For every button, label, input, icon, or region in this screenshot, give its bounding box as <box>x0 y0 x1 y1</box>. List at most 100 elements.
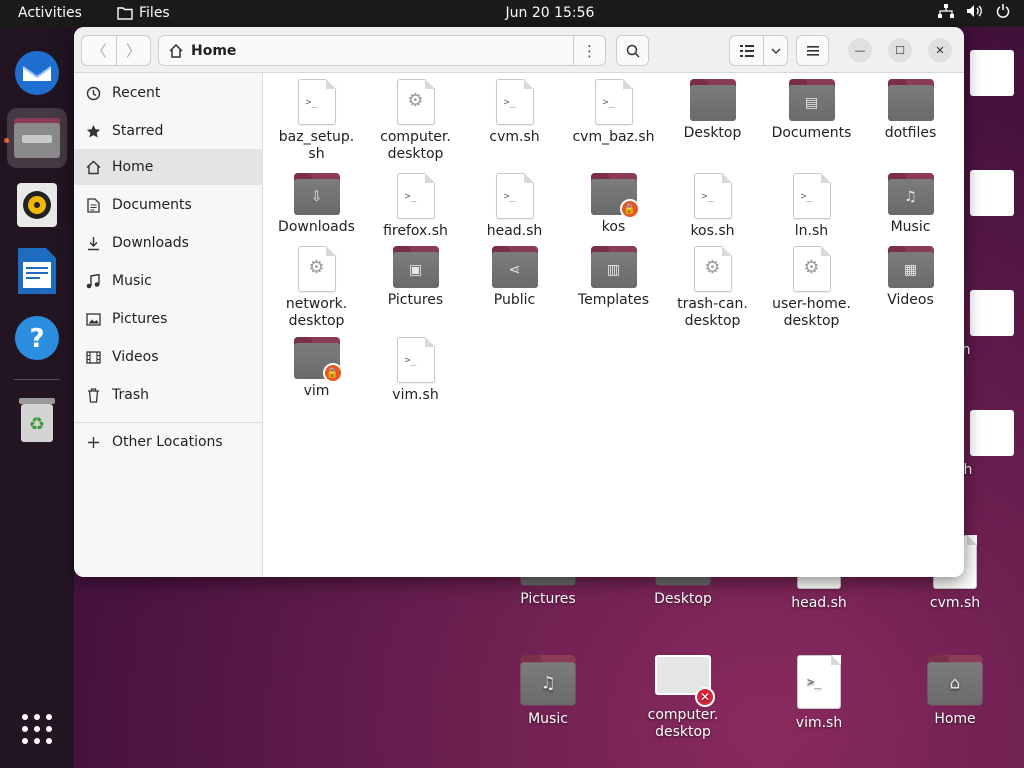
path-bar[interactable]: Home <box>158 35 574 66</box>
writer-icon <box>18 248 56 294</box>
system-tray[interactable] <box>938 4 1010 22</box>
desktop-icon[interactable]: ✕ computer. desktop <box>623 655 743 741</box>
video-icon <box>74 350 112 364</box>
downloads-folder-icon: ⇩ <box>293 173 340 215</box>
sidebar-item-recent[interactable]: Recent <box>74 75 262 111</box>
script-file-icon: >_ <box>797 655 841 709</box>
sidebar-item-pictures[interactable]: Pictures <box>74 301 262 337</box>
trash-icon: ♻ <box>19 398 55 442</box>
file-item[interactable]: ▣ Pictures <box>366 246 465 309</box>
documents-folder-icon: ▤ <box>788 79 835 121</box>
folder-icon <box>887 79 934 121</box>
star-icon <box>74 124 112 139</box>
sidebar-item-starred[interactable]: Starred <box>74 113 262 149</box>
file-item[interactable]: 🔒 vim <box>267 337 366 400</box>
sidebar-item-documents[interactable]: Documents <box>74 187 262 223</box>
sidebar-item-videos[interactable]: Videos <box>74 339 262 375</box>
sidebar-item-label: Starred <box>112 123 164 139</box>
file-item[interactable]: ⚙ computer. desktop <box>366 79 465 163</box>
lock-icon: 🔒 <box>322 363 343 383</box>
minimize-button[interactable]: — <box>848 38 872 62</box>
maximize-icon: ☐ <box>895 43 905 57</box>
file-item[interactable]: ▦ Videos <box>861 246 960 309</box>
file-item[interactable]: >_ kos.sh <box>663 173 762 240</box>
desktop-icon-label: vim.sh <box>795 715 843 731</box>
sidebar-item-music[interactable]: Music <box>74 263 262 299</box>
file-item[interactable]: >_ cvm_baz.sh <box>564 79 663 146</box>
sidebar-item-downloads[interactable]: Downloads <box>74 225 262 261</box>
file-icon <box>970 290 1014 336</box>
sidebar-item-label: Trash <box>112 387 149 403</box>
document-icon <box>74 197 112 213</box>
power-icon[interactable] <box>996 4 1010 22</box>
desktop-icon-label: cvm.sh <box>929 595 981 611</box>
dock-writer[interactable] <box>7 241 67 301</box>
home-icon <box>74 160 112 175</box>
broken-launcher-icon: ✕ <box>655 655 715 707</box>
minimize-icon: — <box>854 43 866 57</box>
desktop-icon[interactable]: >_ vim.sh <box>759 655 879 732</box>
file-name: user-home. desktop <box>772 296 851 329</box>
music-icon <box>74 273 112 289</box>
view-options-button[interactable] <box>763 35 788 66</box>
more-vertical-icon: ⋮ <box>582 41 597 60</box>
dock-help[interactable]: ? <box>7 308 67 368</box>
volume-icon[interactable] <box>966 4 984 22</box>
file-item[interactable]: >_ baz_setup. sh <box>267 79 366 163</box>
music-folder-icon: ♫ <box>520 655 576 706</box>
file-item[interactable]: >_ cvm.sh <box>465 79 564 146</box>
file-item[interactable]: ⋖ Public <box>465 246 564 309</box>
script-file-icon: >_ <box>495 79 534 125</box>
list-view-button[interactable] <box>729 35 764 66</box>
dock-trash[interactable]: ♻ <box>7 390 67 450</box>
network-icon[interactable] <box>938 4 954 22</box>
dock-separator <box>14 379 60 380</box>
file-name: head.sh <box>486 223 543 239</box>
file-item[interactable]: ▤ Documents <box>762 79 861 142</box>
file-item[interactable]: >_ ln.sh <box>762 173 861 240</box>
back-button[interactable]: 〈 <box>81 35 117 66</box>
file-item[interactable]: ♫ Music <box>861 173 960 236</box>
clock[interactable]: Jun 20 15:56 <box>0 5 1024 21</box>
svg-text:?: ? <box>29 324 44 354</box>
file-item[interactable]: >_ vim.sh <box>366 337 465 404</box>
file-item[interactable]: ⚙ trash-can. desktop <box>663 246 762 330</box>
sidebar-item-home[interactable]: Home <box>74 149 262 185</box>
file-item[interactable]: dotfiles <box>861 79 960 142</box>
file-item[interactable]: ⇩ Downloads <box>267 173 366 236</box>
sidebar-item-label: Music <box>112 273 152 289</box>
close-button[interactable]: ✕ <box>928 38 952 62</box>
path-menu-button[interactable]: ⋮ <box>573 35 606 66</box>
file-item[interactable]: >_ firefox.sh <box>366 173 465 240</box>
desktop-icon[interactable]: ⌂ Home <box>895 655 1015 728</box>
thunderbird-icon <box>15 51 59 95</box>
script-file-icon: >_ <box>495 173 534 219</box>
dock-rhythmbox[interactable] <box>7 175 67 235</box>
file-item[interactable]: ⚙ user-home. desktop <box>762 246 861 330</box>
sidebar-item-trash[interactable]: Trash <box>74 377 262 413</box>
maximize-button[interactable]: ☐ <box>888 38 912 62</box>
file-item[interactable]: 🔒 kos <box>564 173 663 236</box>
sidebar-separator <box>74 422 262 423</box>
script-file-icon: >_ <box>792 173 831 219</box>
file-name: Public <box>493 292 536 308</box>
forward-button[interactable]: 〉 <box>116 35 151 66</box>
dock-files[interactable] <box>7 108 67 168</box>
file-item[interactable]: ▥ Templates <box>564 246 663 309</box>
desktop-icon[interactable]: ♫ Music <box>488 655 608 728</box>
dock-thunderbird[interactable] <box>7 43 67 103</box>
show-apps-button[interactable] <box>7 699 67 759</box>
desktop-icon-label: Desktop <box>654 591 712 607</box>
main-menu-button[interactable] <box>796 35 829 66</box>
grid-icon <box>22 714 52 744</box>
search-button[interactable] <box>616 35 649 66</box>
file-item[interactable]: >_ head.sh <box>465 173 564 240</box>
file-item[interactable]: ⚙ network. desktop <box>267 246 366 330</box>
desktop-icon-label: Music <box>528 711 568 727</box>
sidebar-item-label: Recent <box>112 85 161 101</box>
file-item[interactable]: Desktop <box>663 79 762 142</box>
public-folder-icon: ⋖ <box>491 246 538 288</box>
sidebar-item-other-locations[interactable]: Other Locations <box>74 424 262 460</box>
file-name: cvm_baz.sh <box>572 129 655 145</box>
files-window: 〈 〉 Home ⋮ — ☐ ✕ Recent Starred Home Docume… <box>74 27 964 577</box>
